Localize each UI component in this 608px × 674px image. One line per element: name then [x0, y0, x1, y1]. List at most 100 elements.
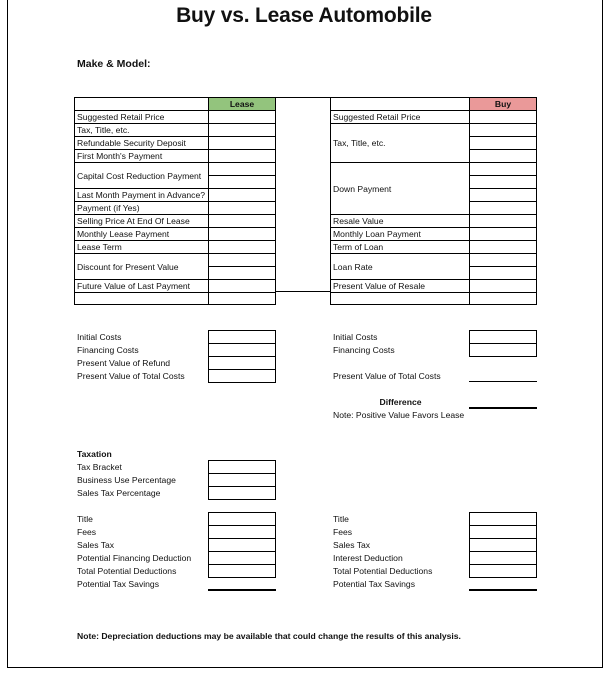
lease-tax-label: Potential Tax Savings	[77, 579, 160, 589]
lease-tax-input[interactable]	[208, 525, 276, 539]
buy-tax-label: Total Potential Deductions	[333, 566, 433, 576]
buy-value-input[interactable]	[469, 175, 537, 189]
lease-value-input[interactable]	[208, 253, 276, 267]
buy-header: Buy	[469, 97, 537, 111]
lease-summary-label: Present Value of Total Costs	[77, 371, 185, 381]
difference-label: Difference	[379, 397, 422, 407]
lease-value-input[interactable]	[208, 149, 276, 163]
lease-tax-label: Title	[77, 514, 93, 524]
lease-value-input[interactable]	[208, 201, 276, 215]
buy-row-label: Term of Loan	[330, 240, 470, 254]
lease-value-input[interactable]	[208, 227, 276, 241]
lease-value-input[interactable]	[208, 136, 276, 150]
lease-summary-input[interactable]	[208, 356, 276, 370]
tax-input-label: Tax Bracket	[77, 462, 122, 472]
lease-summary-label: Initial Costs	[77, 332, 122, 342]
buy-tax-label: Fees	[333, 527, 353, 537]
lease-value-input[interactable]	[208, 162, 276, 176]
buy-value-input[interactable]	[469, 201, 537, 215]
taxation-heading: Taxation	[77, 449, 112, 459]
buy-row-label: Loan Rate	[330, 253, 470, 280]
lease-row-label: Lease Term	[74, 240, 209, 254]
tax-input-label: Sales Tax Percentage	[77, 488, 161, 498]
lease-tax-savings-field[interactable]	[208, 589, 276, 591]
buy-tax-input[interactable]	[469, 512, 537, 526]
lease-value-input[interactable]	[208, 175, 276, 189]
lease-value-input[interactable]	[208, 292, 276, 305]
lease-tax-label: Fees	[77, 527, 97, 537]
buy-tax-input[interactable]	[469, 551, 537, 565]
lease-tax-input[interactable]	[208, 564, 276, 578]
tax-input-field[interactable]	[208, 460, 276, 474]
buy-value-input[interactable]	[469, 214, 537, 228]
lease-header: Lease	[208, 97, 276, 111]
lease-tax-input[interactable]	[208, 538, 276, 552]
lease-summary-input[interactable]	[208, 330, 276, 344]
lease-summary-input[interactable]	[208, 343, 276, 357]
buy-value-input[interactable]	[469, 227, 537, 241]
buy-value-input[interactable]	[469, 136, 537, 150]
difference-field[interactable]	[469, 407, 537, 409]
lease-header-blank	[74, 97, 209, 111]
lease-value-input[interactable]	[208, 266, 276, 280]
buy-row-label: Down Payment	[330, 162, 470, 215]
buy-tax-input[interactable]	[469, 525, 537, 539]
lease-value-input[interactable]	[208, 188, 276, 202]
buy-value-input[interactable]	[469, 266, 537, 280]
lease-row-label: Refundable Security Deposit	[74, 136, 209, 150]
buy-value-input[interactable]	[469, 253, 537, 267]
lease-value-input[interactable]	[208, 240, 276, 254]
difference-note: Note: Positive Value Favors Lease	[333, 410, 465, 420]
buy-summary-label: Present Value of Total Costs	[333, 371, 441, 381]
lease-row-label: Suggested Retail Price	[74, 110, 209, 124]
buy-value-input[interactable]	[469, 188, 537, 202]
lease-row-label: Discount for Present Value	[74, 253, 209, 280]
buy-value-input[interactable]	[469, 149, 537, 163]
lease-row-label: Last Month Payment in Advance?	[74, 188, 209, 202]
make-model-label: Make & Model:	[77, 58, 151, 70]
buy-tax-input[interactable]	[469, 538, 537, 552]
buy-tax-label: Sales Tax	[333, 540, 371, 550]
buy-pv-total-field[interactable]	[469, 381, 537, 382]
buy-tax-input[interactable]	[469, 564, 537, 578]
tax-input-field[interactable]	[208, 486, 276, 500]
buy-value-input[interactable]	[469, 279, 537, 293]
buy-row-label	[330, 292, 470, 305]
lease-row-label: Tax, Title, etc.	[74, 123, 209, 137]
lease-row-label: Selling Price At End Of Lease	[74, 214, 209, 228]
lease-row-label: First Month's Payment	[74, 149, 209, 163]
buy-value-input[interactable]	[469, 292, 537, 305]
buy-row-label: Present Value of Resale	[330, 279, 470, 293]
lease-tax-label: Potential Financing Deduction	[77, 553, 192, 563]
lease-value-input[interactable]	[208, 123, 276, 137]
lease-summary-label: Present Value of Refund	[77, 358, 170, 368]
buy-summary-label: Financing Costs	[333, 345, 395, 355]
tax-input-field[interactable]	[208, 473, 276, 487]
lease-value-input[interactable]	[208, 214, 276, 228]
lease-tax-input[interactable]	[208, 551, 276, 565]
lease-tax-input[interactable]	[208, 512, 276, 526]
buy-header-blank	[330, 97, 470, 111]
lease-value-input[interactable]	[208, 279, 276, 293]
lease-row-label: Monthly Lease Payment	[74, 227, 209, 241]
lease-tax-label: Sales Tax	[77, 540, 115, 550]
page-title: Buy vs. Lease Automobile	[176, 4, 432, 27]
buy-value-input[interactable]	[469, 162, 537, 176]
buy-summary-input[interactable]	[469, 343, 537, 357]
buy-tax-label: Title	[333, 514, 349, 524]
buy-row-label: Suggested Retail Price	[330, 110, 470, 124]
buy-value-input[interactable]	[469, 240, 537, 254]
buy-summary-input[interactable]	[469, 330, 537, 344]
lease-value-input[interactable]	[208, 110, 276, 124]
lease-row-label	[74, 292, 209, 305]
buy-tax-savings-field[interactable]	[469, 589, 537, 591]
lease-row-label: Capital Cost Reduction Payment	[74, 162, 209, 189]
buy-value-input[interactable]	[469, 110, 537, 124]
buy-tax-label: Potential Tax Savings	[333, 579, 416, 589]
buy-row-label: Monthly Loan Payment	[330, 227, 470, 241]
lease-summary-input[interactable]	[208, 369, 276, 383]
lease-row-label: Future Value of Last Payment	[74, 279, 209, 293]
buy-value-input[interactable]	[469, 123, 537, 137]
footer-note: Note: Depreciation deductions may be ava…	[77, 631, 461, 641]
tax-input-label: Business Use Percentage	[77, 475, 176, 485]
